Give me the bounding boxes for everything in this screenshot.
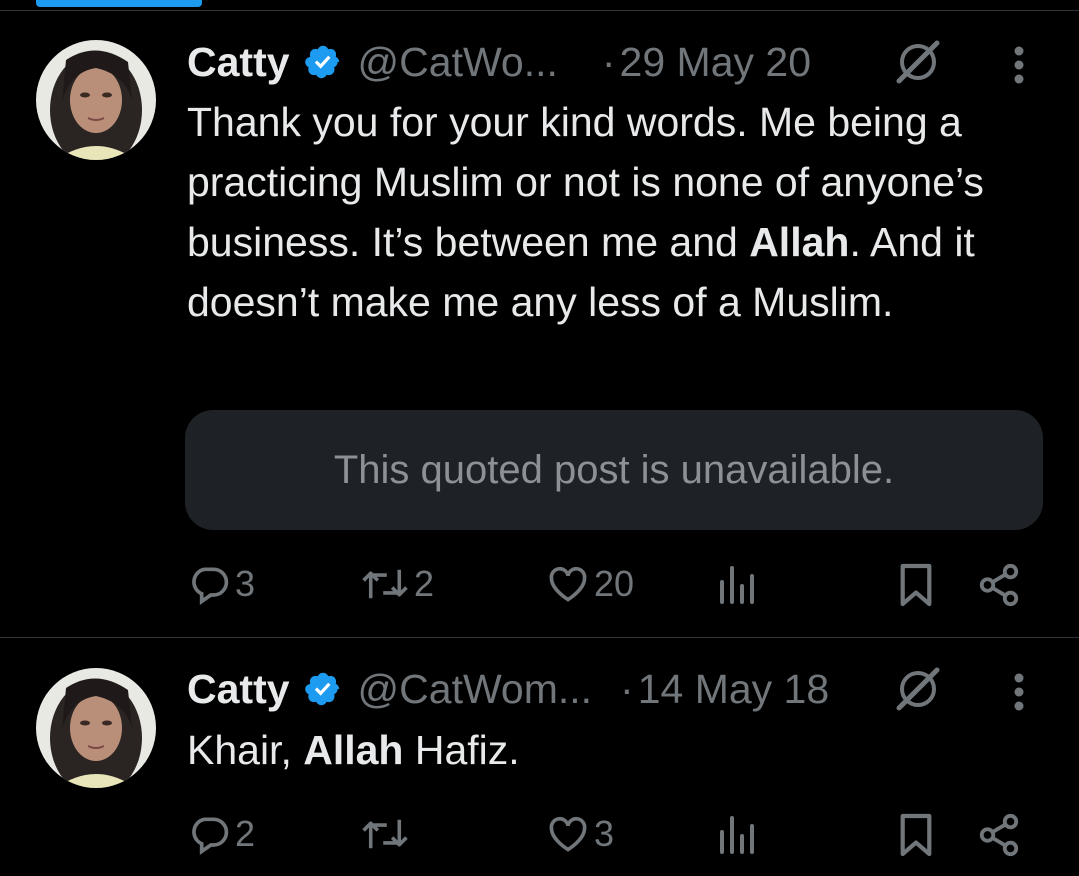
repost-button[interactable]: 2 (360, 562, 434, 606)
views-button[interactable] (716, 562, 760, 606)
share-icon (979, 813, 1019, 857)
views-icon (720, 816, 754, 854)
top-divider (0, 10, 1079, 11)
views-button[interactable] (716, 812, 760, 856)
repost-button[interactable] (360, 812, 414, 856)
repost-icon (362, 569, 408, 599)
avatar[interactable] (36, 40, 156, 160)
like-icon (549, 566, 587, 602)
share-button[interactable] (976, 562, 1022, 608)
repost-icon (362, 819, 408, 849)
separator-dot: · (620, 665, 634, 712)
handle[interactable]: @CatWo... (358, 39, 558, 86)
verified-badge-icon (304, 45, 339, 79)
like-count: 20 (594, 563, 635, 604)
action-bar: 2 3 (0, 808, 1079, 858)
repost-count: 2 (414, 563, 435, 604)
grok-icon[interactable] (893, 664, 941, 712)
share-icon (979, 563, 1019, 607)
highlighted-term: Allah (303, 727, 404, 773)
tweet-text: Thank you for your kind words. Me being … (187, 99, 984, 325)
verified-badge-icon (304, 672, 339, 706)
quoted-post-unavailable: This quoted post is unavailable. (185, 410, 1043, 530)
bookmark-button[interactable] (897, 562, 935, 608)
reply-count: 3 (235, 563, 256, 604)
grok-icon[interactable] (893, 37, 941, 85)
views-icon (720, 566, 754, 604)
reply-button[interactable]: 3 (187, 562, 255, 606)
highlighted-term: Allah (749, 219, 850, 265)
bookmark-button[interactable] (897, 812, 935, 858)
timestamp[interactable]: 29 May 20 (620, 39, 811, 86)
bookmark-icon (900, 813, 932, 857)
tweet-header: Catty @CatWom... · 14 May 18 (187, 664, 829, 714)
reply-icon (192, 817, 229, 855)
share-button[interactable] (976, 812, 1022, 858)
like-count: 3 (594, 813, 615, 854)
tweet-header: Catty @CatWo... · 29 May 20 (187, 37, 811, 87)
display-name[interactable]: Catty (187, 39, 290, 86)
reply-icon (192, 567, 229, 605)
active-tab-indicator (36, 0, 202, 7)
tweet-text: Khair, Allah Hafiz. (187, 727, 520, 773)
tweet-divider (0, 637, 1079, 638)
like-button[interactable]: 20 (546, 562, 634, 606)
like-button[interactable]: 3 (546, 812, 614, 856)
like-icon (549, 816, 587, 852)
display-name[interactable]: Catty (187, 666, 290, 713)
reply-count: 2 (235, 813, 256, 854)
more-options-icon[interactable] (1013, 43, 1025, 91)
separator-dot: · (601, 38, 616, 85)
handle[interactable]: @CatWom... (358, 666, 593, 713)
timestamp[interactable]: 14 May 18 (638, 666, 829, 713)
more-options-icon[interactable] (1013, 670, 1025, 718)
action-bar: 3 2 20 (0, 558, 1079, 608)
bookmark-icon (900, 563, 932, 607)
reply-button[interactable]: 2 (187, 812, 255, 856)
avatar[interactable] (36, 668, 156, 788)
